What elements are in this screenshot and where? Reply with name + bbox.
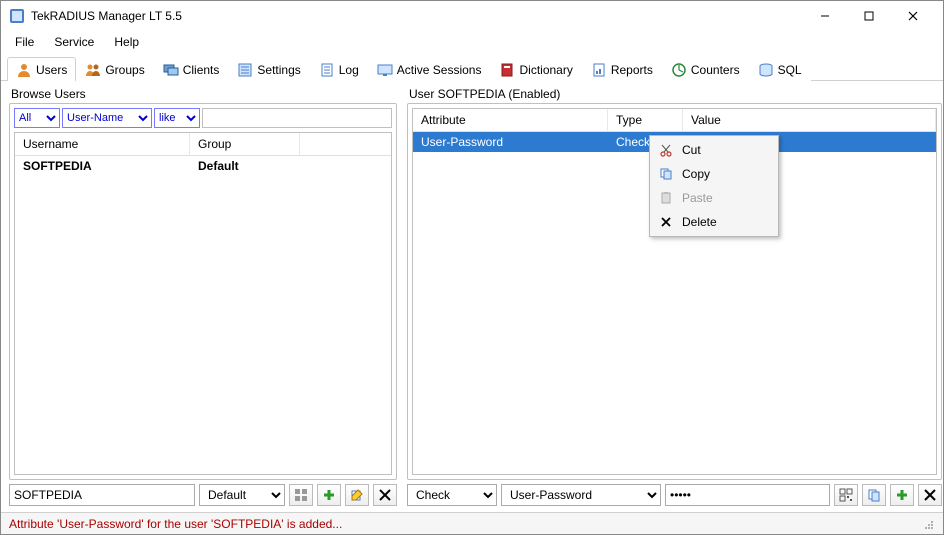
resize-grip-icon[interactable] xyxy=(921,517,935,531)
filter-scope-select[interactable]: All xyxy=(14,108,60,128)
tab-counters[interactable]: Counters xyxy=(662,57,749,81)
counters-icon xyxy=(671,62,687,78)
status-message: Attribute 'User-Password' for the user '… xyxy=(9,517,342,531)
menu-help[interactable]: Help xyxy=(104,33,149,51)
context-menu-label: Delete xyxy=(682,215,717,229)
col-attribute[interactable]: Attribute xyxy=(413,109,608,131)
add-attr-button[interactable] xyxy=(890,484,914,506)
username-input[interactable] xyxy=(9,484,195,506)
sql-icon xyxy=(758,62,774,78)
grid-header: Attribute Type Value xyxy=(413,109,936,132)
tab-sql[interactable]: SQL xyxy=(749,57,811,81)
attr-type-select[interactable]: Check xyxy=(407,484,497,506)
right-action-row: Check User-Password xyxy=(407,480,942,510)
filter-op-select[interactable]: like xyxy=(154,108,200,128)
filter-value-input[interactable] xyxy=(202,108,392,128)
statusbar: Attribute 'User-Password' for the user '… xyxy=(1,512,943,534)
copy-icon xyxy=(658,166,674,182)
tab-groups[interactable]: Groups xyxy=(76,57,153,81)
copy-attr-button[interactable] xyxy=(862,484,886,506)
cut-icon xyxy=(658,142,674,158)
titlebar: TekRADIUS Manager LT 5.5 xyxy=(1,1,943,31)
left-action-row: Default xyxy=(9,480,397,510)
col-username[interactable]: Username xyxy=(15,133,190,155)
col-group[interactable]: Group xyxy=(190,133,300,155)
context-menu-label: Copy xyxy=(682,167,710,181)
menubar: File Service Help xyxy=(1,31,943,53)
tab-label: Clients xyxy=(183,63,220,77)
window-title: TekRADIUS Manager LT 5.5 xyxy=(31,9,803,23)
tab-clients[interactable]: Clients xyxy=(154,57,229,81)
settings-icon xyxy=(237,62,253,78)
users-grid[interactable]: Username Group SOFTPEDIA Default xyxy=(14,132,392,475)
delete-button[interactable] xyxy=(373,484,397,506)
context-menu-label: Paste xyxy=(682,191,713,205)
app-icon xyxy=(9,8,25,24)
tab-settings[interactable]: Settings xyxy=(228,57,309,81)
menu-service[interactable]: Service xyxy=(44,33,104,51)
group-select[interactable]: Default xyxy=(199,484,285,506)
minimize-button[interactable] xyxy=(803,2,847,30)
tab-label: Counters xyxy=(691,63,740,77)
tab-label: SQL xyxy=(778,63,802,77)
cell-username: SOFTPEDIA xyxy=(15,156,190,176)
tab-dictionary[interactable]: Dictionary xyxy=(490,57,581,81)
browse-users-panel: Browse Users All User-Name like Username… xyxy=(9,85,397,510)
attr-name-select[interactable]: User-Password xyxy=(501,484,661,506)
add-button[interactable] xyxy=(317,484,341,506)
content-area: Browse Users All User-Name like Username… xyxy=(1,81,943,512)
dictionary-icon xyxy=(499,62,515,78)
sessions-icon xyxy=(377,62,393,78)
grid-header: Username Group xyxy=(15,133,391,156)
delete-attr-button[interactable] xyxy=(918,484,942,506)
filter-row: All User-Name like xyxy=(10,104,396,132)
context-menu-label: Cut xyxy=(682,143,701,157)
browse-button[interactable] xyxy=(289,484,313,506)
table-row[interactable]: SOFTPEDIA Default xyxy=(15,156,391,176)
attr-value-input[interactable] xyxy=(665,484,830,506)
tab-label: Reports xyxy=(611,63,653,77)
edit-button[interactable] xyxy=(345,484,369,506)
col-value[interactable]: Value xyxy=(683,109,936,131)
maximize-button[interactable] xyxy=(847,2,891,30)
context-menu-delete[interactable]: Delete xyxy=(652,210,776,234)
delete-icon xyxy=(658,214,674,230)
cell-attribute: User-Password xyxy=(413,132,608,152)
menu-file[interactable]: File xyxy=(5,33,44,51)
client-icon xyxy=(163,62,179,78)
col-type[interactable]: Type xyxy=(608,109,683,131)
log-icon xyxy=(319,62,335,78)
close-button[interactable] xyxy=(891,2,935,30)
context-menu-copy[interactable]: Copy xyxy=(652,162,776,186)
main-tabs: Users Groups Clients Settings Log Active… xyxy=(1,53,943,81)
filter-field-select[interactable]: User-Name xyxy=(62,108,152,128)
tab-users[interactable]: Users xyxy=(7,57,76,81)
paste-icon xyxy=(658,190,674,206)
tab-label: Users xyxy=(36,63,67,77)
tab-label: Groups xyxy=(105,63,144,77)
tab-active-sessions[interactable]: Active Sessions xyxy=(368,57,491,81)
tab-label: Dictionary xyxy=(519,63,572,77)
tab-label: Settings xyxy=(257,63,300,77)
context-menu-cut[interactable]: Cut xyxy=(652,138,776,162)
tab-label: Active Sessions xyxy=(397,63,482,77)
tab-label: Log xyxy=(339,63,359,77)
context-menu: Cut Copy Paste Delete xyxy=(649,135,779,237)
reports-icon xyxy=(591,62,607,78)
panel-title-left: Browse Users xyxy=(9,85,397,103)
user-icon xyxy=(16,62,32,78)
qr-button[interactable] xyxy=(834,484,858,506)
panel-title-right: User SOFTPEDIA (Enabled) xyxy=(407,85,942,103)
group-icon xyxy=(85,62,101,78)
tab-log[interactable]: Log xyxy=(310,57,368,81)
tab-reports[interactable]: Reports xyxy=(582,57,662,81)
context-menu-paste: Paste xyxy=(652,186,776,210)
cell-group: Default xyxy=(190,156,300,176)
